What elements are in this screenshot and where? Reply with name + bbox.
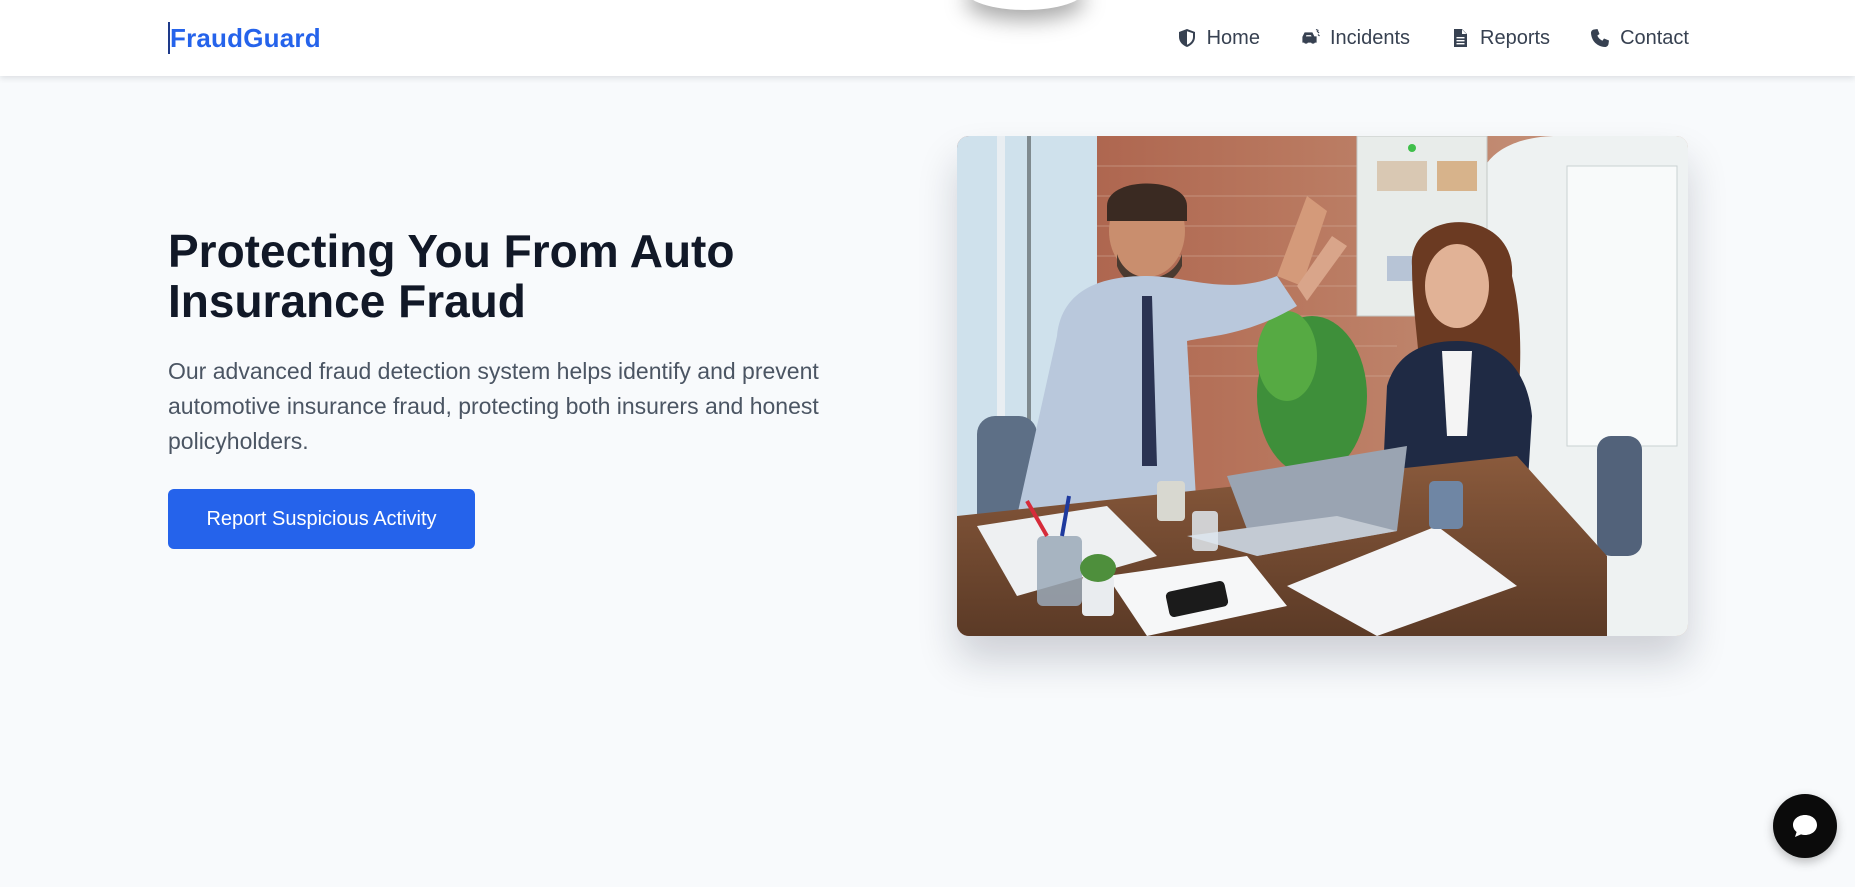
- main-nav: Home Incidents Reports Contact: [1177, 0, 1689, 76]
- nav-contact[interactable]: Contact: [1590, 27, 1689, 50]
- office-high-five-photo: [957, 136, 1688, 636]
- report-suspicious-activity-button[interactable]: Report Suspicious Activity: [168, 489, 475, 549]
- nav-home[interactable]: Home: [1177, 27, 1260, 50]
- phone-icon: [1591, 29, 1610, 47]
- nav-reports[interactable]: Reports: [1450, 27, 1550, 50]
- nav-reports-label: Reports: [1480, 26, 1551, 49]
- nav-incidents-label: Incidents: [1329, 26, 1411, 49]
- hero-description: Our advanced fraud detection system help…: [168, 358, 819, 454]
- nav-contact-label: Contact: [1620, 26, 1689, 49]
- chat-bubble-icon: [1793, 815, 1817, 837]
- nav-incidents[interactable]: Incidents: [1300, 27, 1410, 50]
- hero-image: [957, 136, 1688, 636]
- shield-icon: [1178, 29, 1195, 47]
- top-navbar: FraudGuard Home Incidents Reports Contac…: [0, 0, 1855, 76]
- car-crash-icon: [1302, 28, 1320, 44]
- hero-title: Protecting You From Auto Insurance Fraud: [168, 225, 735, 327]
- brand-logo[interactable]: FraudGuard: [168, 22, 321, 54]
- document-icon: [1454, 29, 1468, 47]
- decorative-shadow-blob: [965, 0, 1085, 10]
- chat-button[interactable]: [1773, 794, 1837, 858]
- nav-home-label: Home: [1206, 26, 1260, 49]
